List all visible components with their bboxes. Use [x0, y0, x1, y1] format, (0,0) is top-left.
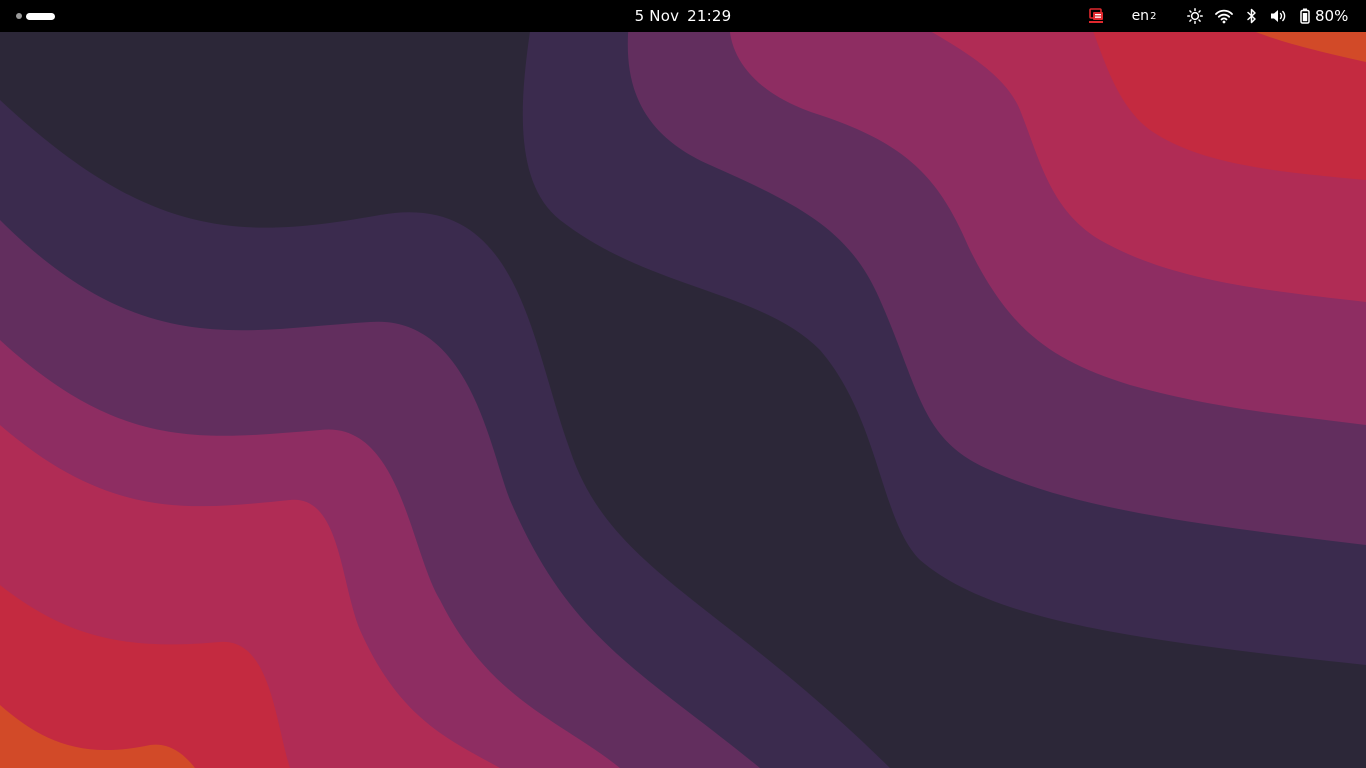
- input-source-language: en: [1131, 8, 1150, 24]
- top-bar: 5 Nov 21:29 en 2 80%: [0, 0, 1366, 32]
- remote-desktop-icon: [1089, 8, 1103, 23]
- clock-time: 21:29: [687, 7, 732, 25]
- battery-icon: [1300, 8, 1310, 24]
- bluetooth-icon: [1247, 8, 1256, 24]
- input-source-indicator[interactable]: en 2: [1124, 0, 1164, 32]
- night-light-icon: [1187, 8, 1203, 24]
- workspace-indicator-active: [26, 12, 55, 20]
- battery-indicator[interactable]: 80%: [1300, 0, 1358, 32]
- bluetooth-indicator[interactable]: [1244, 0, 1260, 32]
- workspace-indicator-inactive: [16, 13, 22, 19]
- input-source-index: 2: [1150, 10, 1157, 22]
- date-time-button[interactable]: 5 Nov 21:29: [600, 0, 766, 32]
- wifi-indicator[interactable]: [1214, 0, 1234, 32]
- desktop[interactable]: 5 Nov 21:29 en 2 80%: [0, 0, 1366, 768]
- activities-button[interactable]: [8, 6, 66, 26]
- battery-percentage: 80%: [1315, 7, 1349, 25]
- volume-icon: [1271, 10, 1286, 22]
- wifi-icon: [1215, 9, 1233, 24]
- remote-desktop-indicator[interactable]: [1086, 0, 1106, 32]
- clock-date: 5 Nov: [634, 7, 680, 25]
- desktop-wallpaper: [0, 0, 1366, 768]
- night-light-indicator[interactable]: [1186, 0, 1204, 32]
- volume-indicator[interactable]: [1269, 0, 1289, 32]
